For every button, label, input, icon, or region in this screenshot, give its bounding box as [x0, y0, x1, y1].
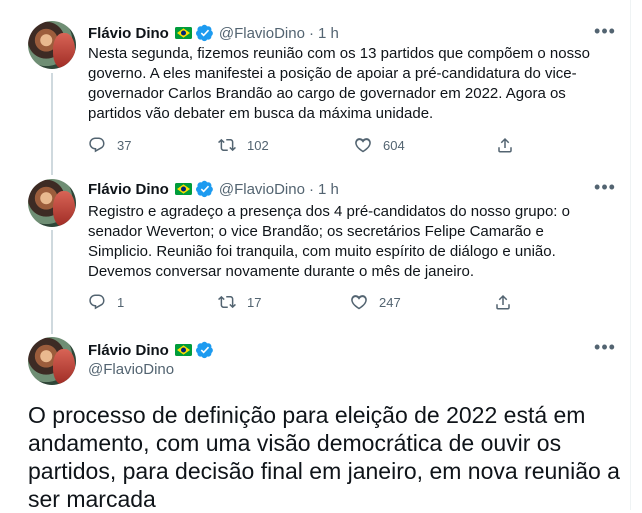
brazil-flag-icon: [174, 344, 192, 356]
author-handle[interactable]: @FlavioDino: [219, 25, 305, 42]
reply-button[interactable]: 37: [88, 136, 131, 154]
tweet-text: Registro e agradeço a presença dos 4 pré…: [88, 203, 570, 280]
focused-tweet[interactable]: Flávio Dino ••• @FlavioDino O processo d…: [0, 330, 630, 512]
share-icon: [496, 294, 510, 310]
reply-count: 1: [117, 294, 125, 310]
more-options-icon[interactable]: •••: [592, 338, 618, 360]
author-handle[interactable]: @FlavioDino: [219, 181, 305, 198]
author-name[interactable]: Flávio Dino: [88, 181, 169, 198]
timestamp[interactable]: 1 h: [318, 25, 339, 42]
reply-icon: [89, 137, 105, 153]
more-options-icon[interactable]: •••: [592, 22, 618, 44]
avatar[interactable]: [28, 337, 76, 385]
timestamp[interactable]: 1 h: [318, 181, 339, 198]
tweet-actions: 1 17 247: [88, 293, 518, 313]
verified-badge-icon: [195, 341, 213, 359]
avatar[interactable]: [28, 179, 76, 227]
tweet[interactable]: Flávio Dino @FlavioDino · 1 h ••• Regist…: [0, 170, 630, 330]
like-button[interactable]: 604: [354, 136, 405, 154]
like-count: 604: [383, 137, 405, 153]
tweet-header: Flávio Dino @FlavioDino · 1 h: [88, 23, 339, 43]
brazil-flag-icon: [174, 183, 192, 195]
author-name[interactable]: Flávio Dino: [88, 342, 169, 359]
avatar[interactable]: [28, 21, 76, 69]
more-options-icon[interactable]: •••: [592, 178, 618, 200]
retweet-button[interactable]: 17: [218, 293, 261, 311]
tweet[interactable]: Flávio Dino @FlavioDino · 1 h ••• Nesta …: [0, 0, 630, 170]
share-button[interactable]: [494, 293, 523, 311]
timeline-border: [630, 0, 631, 510]
retweet-button[interactable]: 102: [218, 136, 269, 154]
retweet-count: 102: [247, 137, 269, 153]
share-icon: [498, 137, 512, 153]
tweet-header: Flávio Dino @FlavioDino · 1 h: [88, 179, 339, 199]
tweet-text: Nesta segunda, fizemos reunião com os 13…: [88, 45, 590, 122]
like-icon: [351, 295, 367, 310]
share-button[interactable]: [496, 136, 525, 154]
retweet-count: 17: [247, 294, 262, 310]
author-name[interactable]: Flávio Dino: [88, 25, 169, 42]
verified-badge-icon: [195, 180, 213, 198]
like-button[interactable]: 247: [350, 293, 401, 311]
retweet-icon: [218, 138, 236, 152]
like-count: 247: [379, 294, 401, 310]
timestamp-separator: ·: [308, 24, 314, 42]
verified-badge-icon: [195, 24, 213, 42]
brazil-flag-icon: [174, 27, 192, 39]
like-icon: [355, 138, 371, 153]
reply-count: 37: [117, 137, 132, 153]
tweet-text: O processo de definição para eleição de …: [28, 402, 620, 512]
timestamp-separator: ·: [308, 180, 314, 198]
tweet-header: Flávio Dino: [88, 340, 214, 360]
tweet-actions: 37 102 604: [88, 136, 518, 156]
reply-icon: [89, 294, 105, 310]
author-handle[interactable]: @FlavioDino: [88, 361, 174, 378]
reply-button[interactable]: 1: [88, 293, 124, 311]
retweet-icon: [218, 295, 236, 309]
